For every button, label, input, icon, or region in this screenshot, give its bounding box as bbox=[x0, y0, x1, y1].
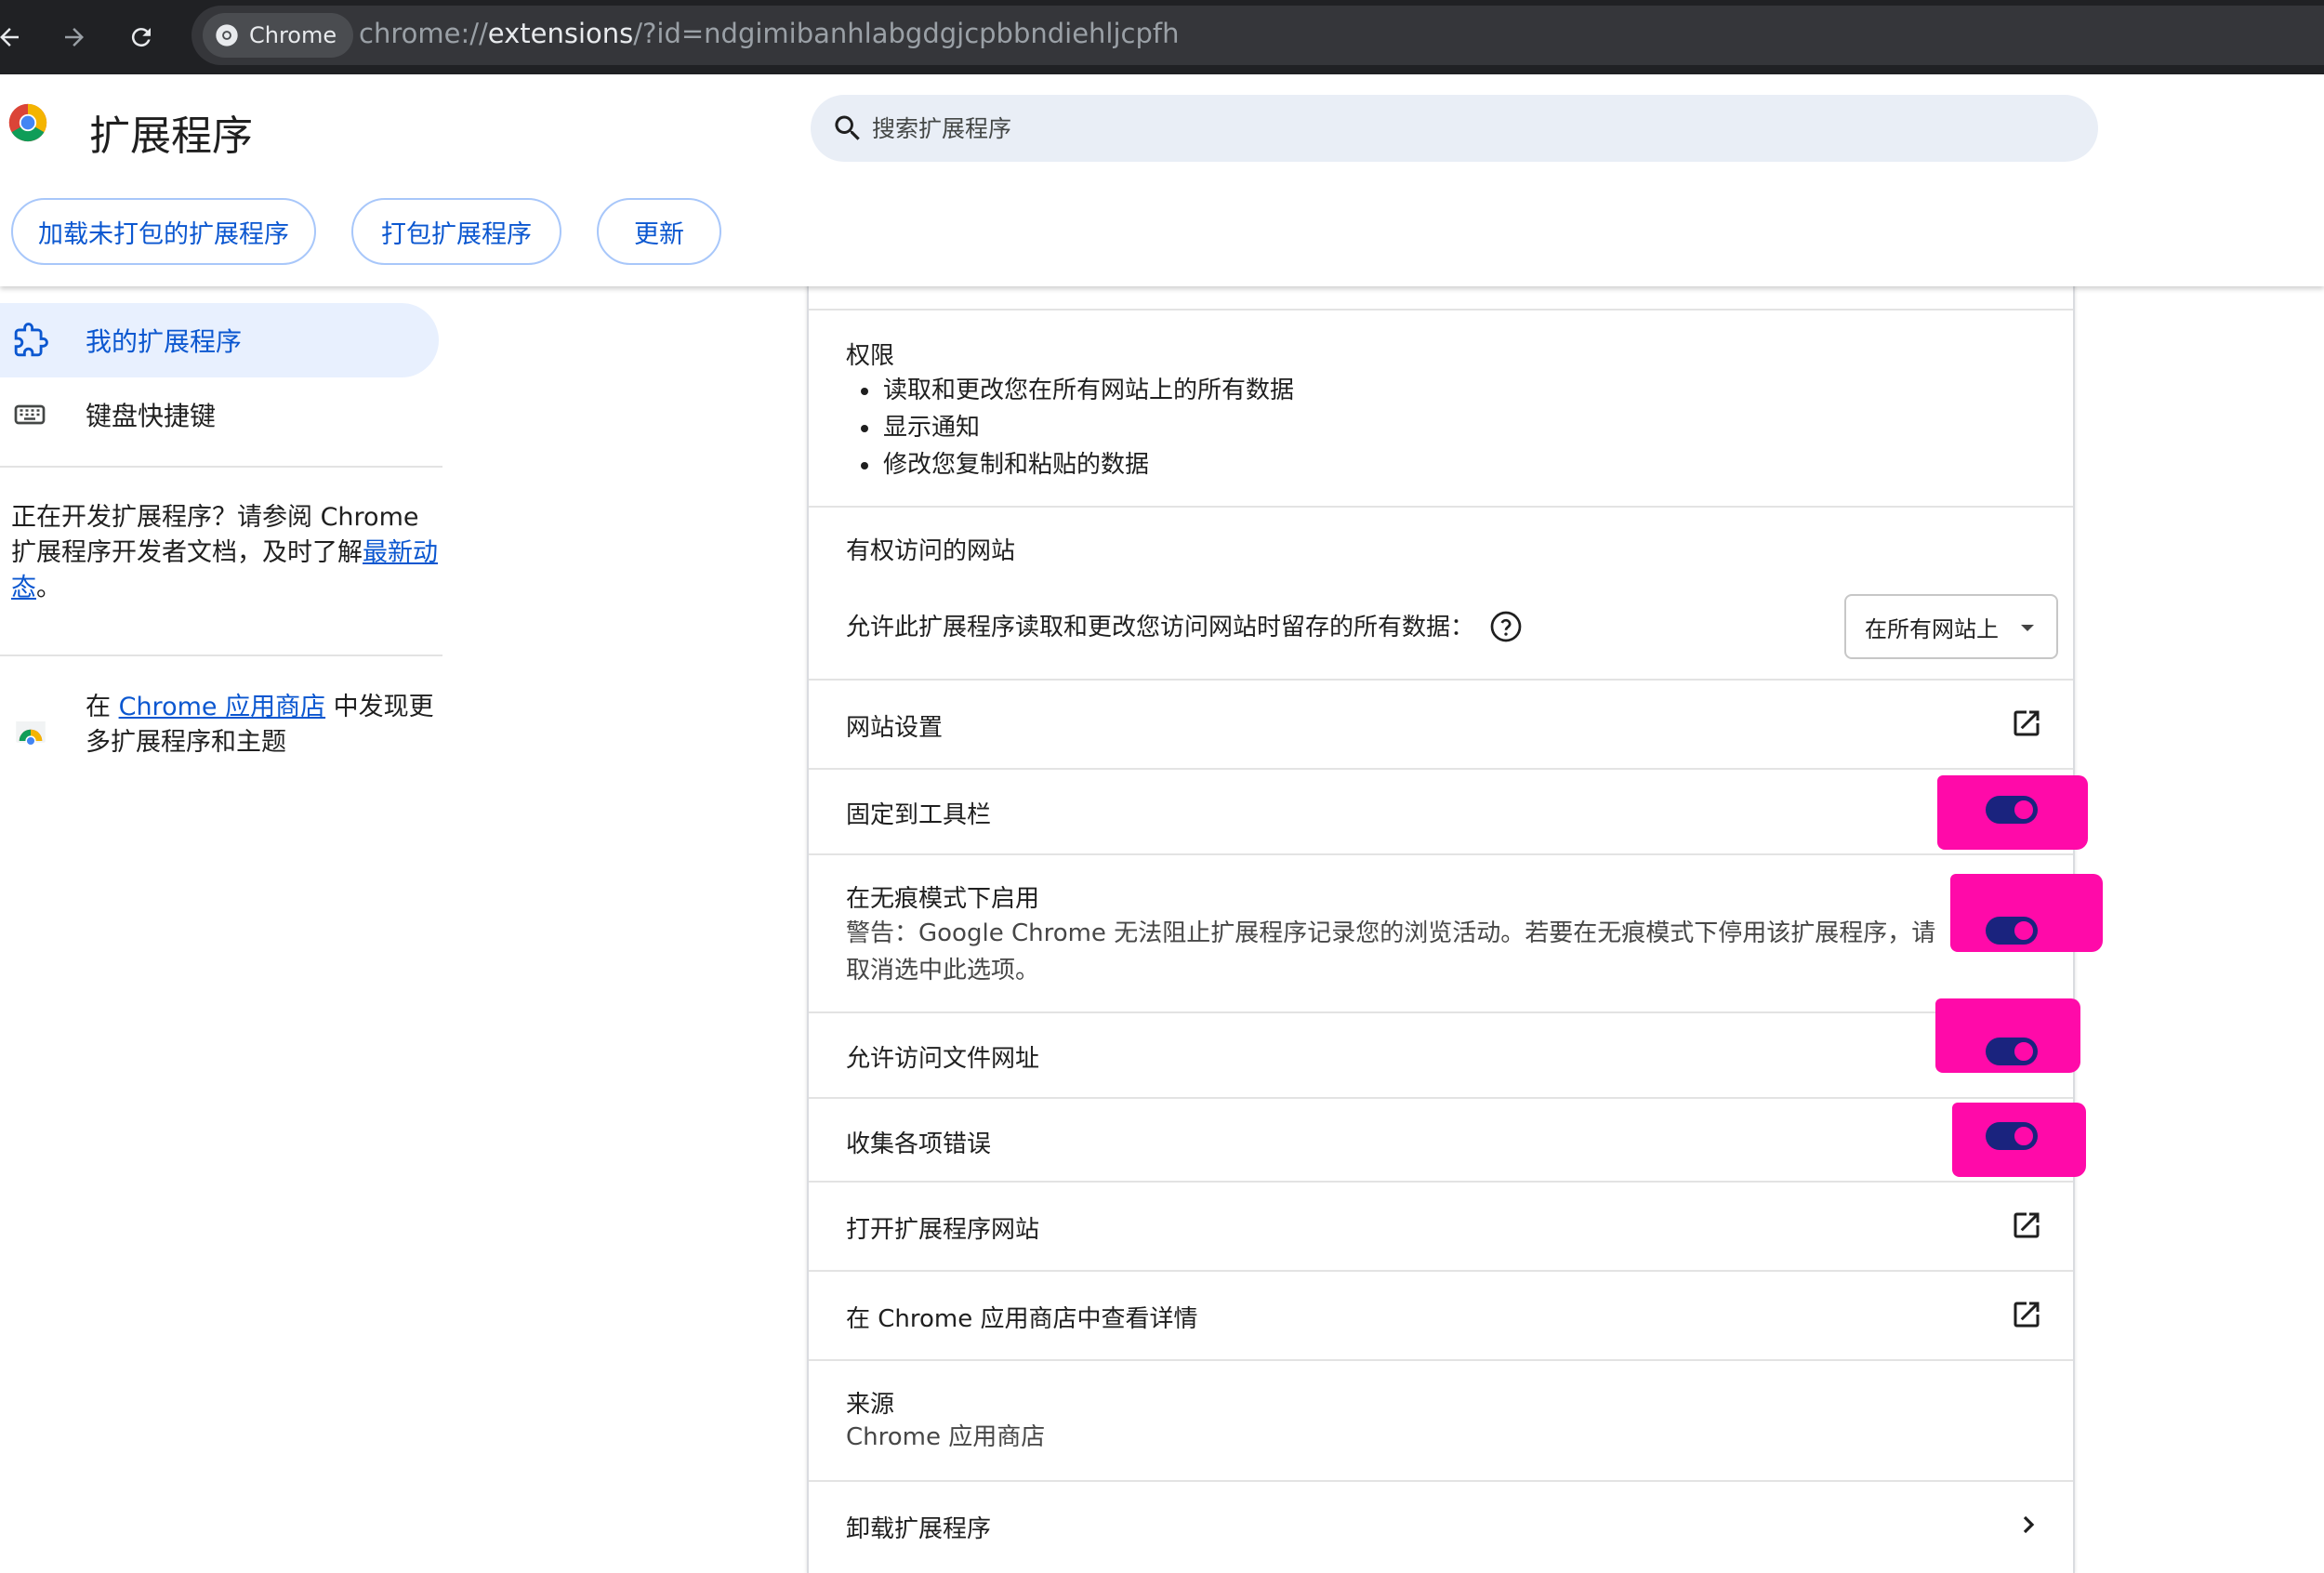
collect-errors-toggle[interactable] bbox=[1986, 1122, 2038, 1150]
open-site-row[interactable]: 打开扩展程序网站 bbox=[809, 1181, 2073, 1270]
file-urls-toggle[interactable] bbox=[1986, 1038, 2038, 1065]
extension-details-card: 权限 读取和更改您在所有网站上的所有数据 显示通知 修改您复制和粘贴的数据 有权… bbox=[807, 279, 2075, 1573]
site-access-selected: 在所有网站上 bbox=[1865, 615, 1999, 642]
sidebar-item-shortcuts[interactable]: 键盘快捷键 bbox=[0, 377, 439, 452]
chip-label: Chrome bbox=[249, 22, 337, 48]
web-store-note: 在 Chrome 应用商店 中发现更多扩展程序和主题 bbox=[86, 693, 434, 757]
page-title: 扩展程序 bbox=[89, 112, 253, 160]
browser-toolbar: Chrome chrome://extensions/?id=ndgimiban… bbox=[0, 0, 2324, 74]
search-box[interactable] bbox=[811, 95, 2098, 162]
site-access-select[interactable]: 在所有网站上 bbox=[1844, 594, 2058, 659]
incognito-label: 在无痕模式下启用 bbox=[846, 885, 1040, 913]
open-in-new-icon[interactable] bbox=[2010, 1298, 2043, 1331]
sidebar-item-label: 我的扩展程序 bbox=[86, 326, 243, 357]
chrome-logo-icon bbox=[8, 103, 47, 142]
url-text[interactable]: chrome://extensions/?id=ndgimibanhlabgdg… bbox=[359, 18, 1180, 49]
incognito-row: 在无痕模式下启用 警告：Google Chrome 无法阻止扩展程序记录您的浏览… bbox=[809, 853, 2073, 1011]
reload-icon bbox=[131, 28, 151, 47]
permissions-list: 读取和更改您在所有网站上的所有数据 显示通知 修改您复制和粘贴的数据 bbox=[846, 372, 1294, 483]
pack-extension-button[interactable]: 打包扩展程序 bbox=[351, 198, 561, 265]
sidebar-divider bbox=[0, 654, 442, 656]
web-store-icon bbox=[16, 721, 46, 747]
sidebar-item-my-extensions[interactable]: 我的扩展程序 bbox=[0, 303, 439, 377]
list-item: 修改您复制和粘贴的数据 bbox=[846, 446, 1294, 483]
search-icon bbox=[835, 115, 860, 140]
source-value: Chrome 应用商店 bbox=[846, 1423, 1046, 1451]
site-settings-row[interactable]: 网站设置 bbox=[809, 679, 2073, 768]
list-item: 显示通知 bbox=[846, 409, 1294, 446]
help-icon[interactable] bbox=[1489, 610, 1523, 643]
site-settings-label: 网站设置 bbox=[846, 714, 944, 742]
address-bar[interactable]: Chrome chrome://extensions/?id=ndgimiban… bbox=[191, 6, 2324, 65]
pin-toolbar-row: 固定到工具栏 bbox=[809, 768, 2073, 853]
incognito-warning: 警告：Google Chrome 无法阻止扩展程序记录您的浏览活动。若要在无痕模… bbox=[846, 919, 1936, 985]
back-button[interactable] bbox=[0, 11, 35, 63]
open-in-new-icon[interactable] bbox=[2010, 707, 2043, 740]
permissions-section: 权限 读取和更改您在所有网站上的所有数据 显示通知 修改您复制和粘贴的数据 bbox=[809, 309, 2073, 506]
toggle-knob bbox=[2013, 919, 2035, 942]
remove-row[interactable]: 卸载扩展程序 bbox=[809, 1480, 2073, 1573]
toggle-knob bbox=[2013, 799, 2035, 821]
collect-errors-label: 收集各项错误 bbox=[846, 1130, 992, 1158]
sidebar-divider bbox=[0, 466, 442, 468]
developer-note: 正在开发扩展程序？请参阅 Chrome 扩展程序开发者文档，及时了解最新动态。 bbox=[11, 503, 438, 602]
source-row: 来源 Chrome 应用商店 bbox=[809, 1359, 2073, 1480]
remove-label: 卸载扩展程序 bbox=[846, 1515, 992, 1543]
forward-button[interactable] bbox=[48, 11, 100, 63]
chevron-right-icon bbox=[2023, 1515, 2035, 1534]
view-store-label: 在 Chrome 应用商店中查看详情 bbox=[846, 1305, 1198, 1333]
search-input[interactable] bbox=[872, 95, 2080, 162]
puzzle-icon bbox=[14, 323, 48, 357]
sidebar-item-label: 键盘快捷键 bbox=[86, 401, 217, 431]
load-unpacked-button[interactable]: 加载未打包的扩展程序 bbox=[11, 198, 316, 265]
web-store-link[interactable]: Chrome 应用商店 bbox=[119, 693, 326, 721]
pin-toolbar-toggle[interactable] bbox=[1986, 796, 2038, 824]
site-access-section: 有权访问的网站 允许此扩展程序读取和更改您访问网站时留存的所有数据： 在所有网站… bbox=[809, 506, 2073, 679]
file-urls-label: 允许访问文件网址 bbox=[846, 1045, 1040, 1073]
pin-toolbar-label: 固定到工具栏 bbox=[846, 801, 992, 829]
site-access-description: 允许此扩展程序读取和更改您访问网站时留存的所有数据： bbox=[846, 614, 1475, 641]
incognito-toggle[interactable] bbox=[1986, 917, 2038, 945]
update-button[interactable]: 更新 bbox=[597, 198, 721, 265]
open-site-label: 打开扩展程序网站 bbox=[846, 1216, 1040, 1244]
toggle-knob bbox=[2013, 1125, 2035, 1147]
collect-errors-row: 收集各项错误 bbox=[809, 1097, 2073, 1181]
open-in-new-icon[interactable] bbox=[2010, 1209, 2043, 1242]
file-urls-row: 允许访问文件网址 bbox=[809, 1011, 2073, 1097]
site-access-label: 有权访问的网站 bbox=[846, 537, 1016, 565]
chrome-chip[interactable]: Chrome bbox=[203, 13, 354, 58]
keyboard-icon bbox=[14, 404, 46, 425]
source-label: 来源 bbox=[846, 1391, 895, 1419]
extensions-header: 扩展程序 加载未打包的扩展程序 打包扩展程序 更新 bbox=[0, 74, 2324, 286]
list-item: 读取和更改您在所有网站上的所有数据 bbox=[846, 372, 1294, 409]
arrow-left-icon bbox=[0, 28, 19, 46]
caret-down-icon bbox=[2021, 625, 2034, 631]
reload-button[interactable] bbox=[115, 11, 167, 63]
chrome-icon bbox=[216, 24, 238, 46]
toggle-knob bbox=[2013, 1040, 2035, 1063]
permissions-label: 权限 bbox=[846, 342, 895, 370]
arrow-right-icon bbox=[65, 28, 84, 46]
view-store-row[interactable]: 在 Chrome 应用商店中查看详情 bbox=[809, 1270, 2073, 1359]
